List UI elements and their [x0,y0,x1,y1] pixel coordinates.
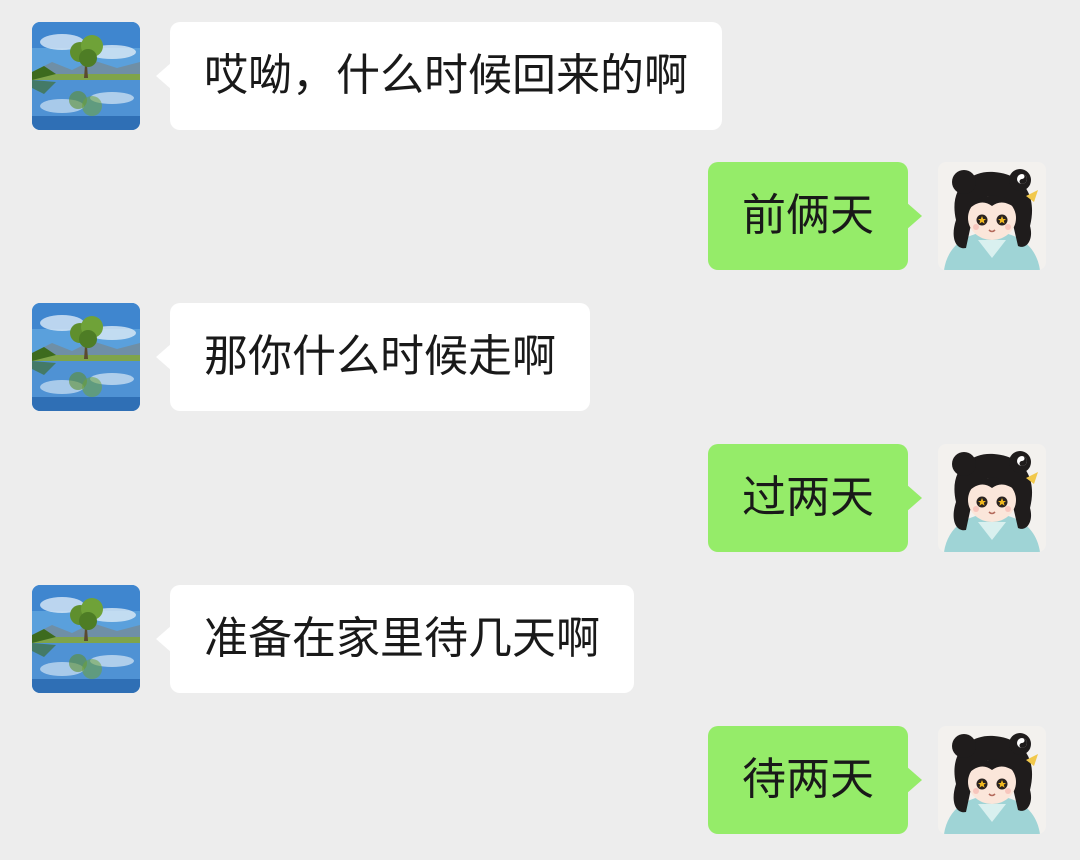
anime-girl-avatar-icon [938,444,1046,552]
message-row-incoming: 准备在家里待几天啊 [0,585,1080,695]
message-row-outgoing: 前俩天 [0,162,1080,272]
incoming-message-bubble[interactable]: 准备在家里待几天啊 [156,585,634,693]
outgoing-message-bubble[interactable]: 前俩天 [708,162,922,270]
message-row-incoming: 哎呦，什么时候回来的啊 [0,22,1080,132]
landscape-avatar-icon [32,585,140,693]
contact-avatar[interactable] [32,303,140,411]
outgoing-message-bubble[interactable]: 过两天 [708,444,922,552]
message-row-outgoing: 过两天 [0,444,1080,554]
chat-message-list[interactable]: 哎呦，什么时候回来的啊 前俩天 那你什么时候走啊 过两天 准备在家里待几天啊 待… [0,0,1080,860]
my-avatar[interactable] [938,444,1046,552]
outgoing-message-bubble[interactable]: 待两天 [708,726,922,834]
landscape-avatar-icon [32,303,140,411]
anime-girl-avatar-icon [938,162,1046,270]
anime-girl-avatar-icon [938,726,1046,834]
incoming-message-bubble[interactable]: 哎呦，什么时候回来的啊 [156,22,722,130]
message-row-incoming: 那你什么时候走啊 [0,303,1080,413]
landscape-avatar-icon [32,22,140,130]
contact-avatar[interactable] [32,22,140,130]
my-avatar[interactable] [938,726,1046,834]
message-row-outgoing: 待两天 [0,726,1080,836]
my-avatar[interactable] [938,162,1046,270]
incoming-message-bubble[interactable]: 那你什么时候走啊 [156,303,590,411]
contact-avatar[interactable] [32,585,140,693]
